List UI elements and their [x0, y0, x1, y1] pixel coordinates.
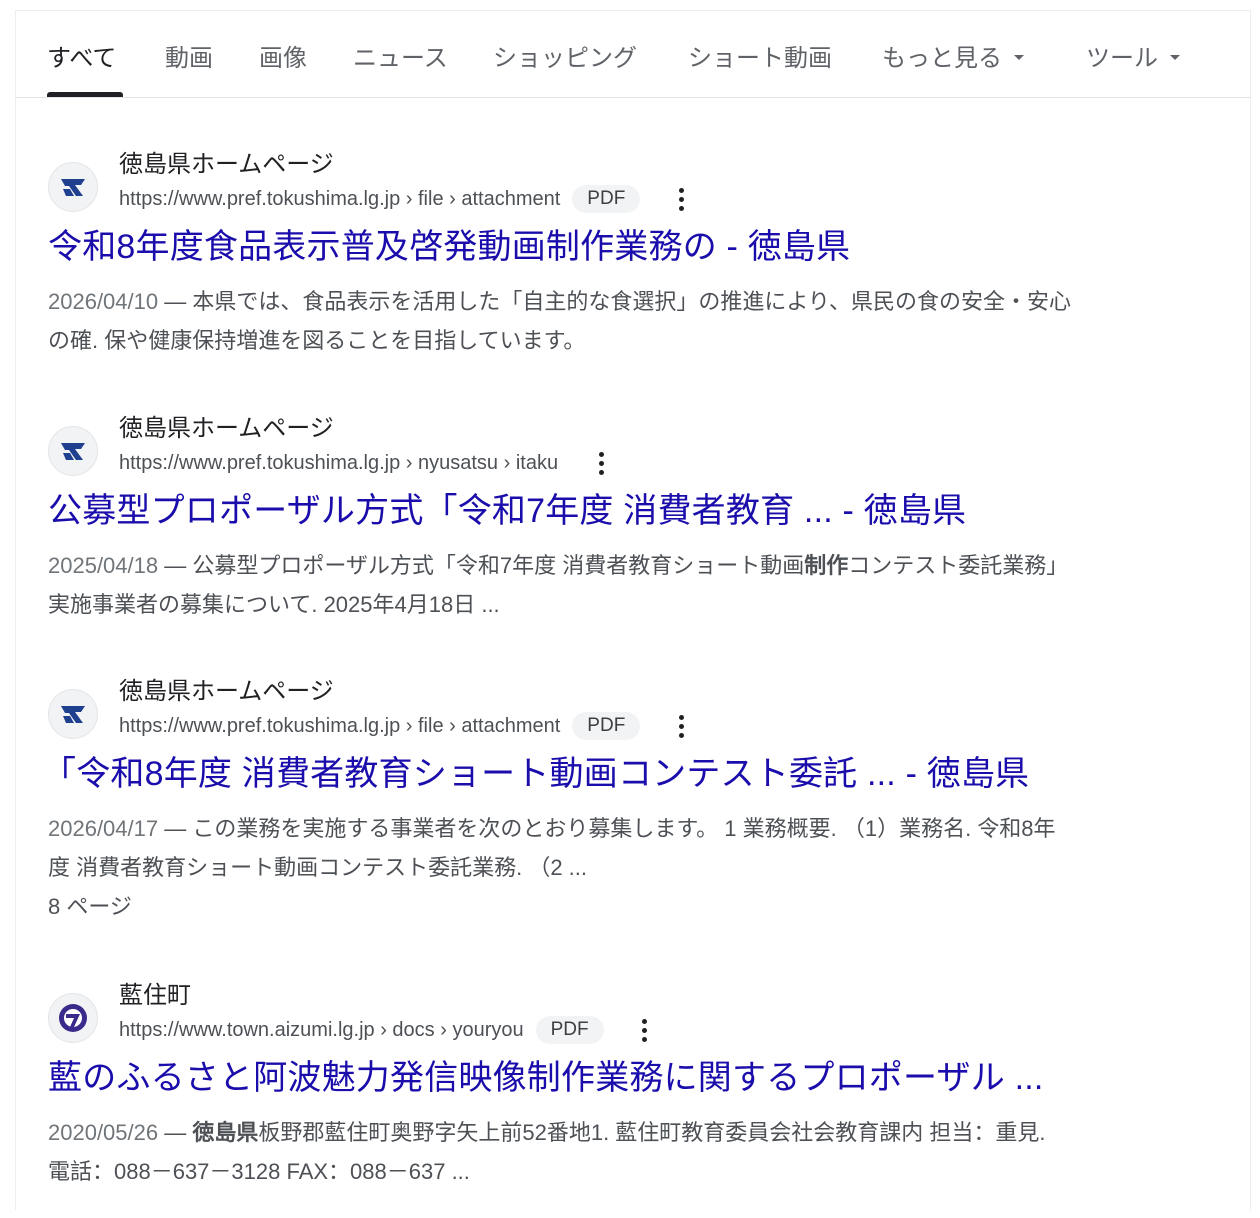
more-options-icon[interactable] — [636, 1017, 654, 1044]
result-date: 2026/04/10 — [48, 289, 159, 314]
snippet-separator: — — [158, 1120, 193, 1145]
pdf-badge: PDF — [535, 1016, 604, 1044]
snippet-separator: — — [158, 816, 193, 841]
caret-down-icon — [1170, 55, 1180, 61]
more-options-icon[interactable] — [672, 186, 690, 213]
tab-tools[interactable]: ツール — [1086, 44, 1180, 74]
tokushima-logo-icon[interactable] — [48, 162, 98, 212]
result-url-line: https://www.town.aizumi.lg.jp › docs › y… — [119, 1015, 654, 1045]
snippet-separator: — — [158, 553, 193, 578]
snippet-text: コンテスト委託業務」 — [848, 553, 1069, 578]
tab-tools-label: ツール — [1086, 45, 1158, 72]
pdf-badge: PDF — [572, 185, 641, 213]
tab-short-videos[interactable]: ショート動画 — [688, 44, 832, 74]
snippet-highlight: 徳島県 — [192, 1120, 259, 1145]
more-options-icon[interactable] — [592, 450, 610, 477]
result-date: 2025/04/18 — [48, 553, 159, 578]
active-tab-indicator — [47, 92, 123, 97]
result-url-line: https://www.pref.tokushima.lg.jp › nyusa… — [119, 448, 610, 478]
page-count: 8 ページ — [48, 894, 132, 919]
site-name[interactable]: 徳島県ホームページ — [119, 677, 334, 707]
result-date: 2020/05/26 — [48, 1120, 159, 1145]
tokushima-logo-icon[interactable] — [48, 426, 98, 476]
result-snippet: 2025/04/18 — 公募型プロポーザル方式「令和7年度 消費者教育ショート… — [48, 546, 1238, 624]
caret-down-icon — [1014, 55, 1024, 61]
snippet-line: 2026/04/17 — この業務を実施する事業者を次のとおり募集します。 1 … — [48, 809, 1238, 848]
result-url[interactable]: https://www.pref.tokushima.lg.jp › file … — [119, 188, 560, 211]
tab-news[interactable]: ニュース — [353, 44, 448, 74]
tab-more-label: もっと見る — [882, 45, 1002, 72]
snippet-text: この業務を実施する事業者を次のとおり募集します。 1 業務概要. （1）業務名.… — [192, 816, 1056, 841]
result-snippet: 2026/04/10 — 本県では、食品表示を活用した「自主的な食選択」の推進に… — [48, 282, 1238, 360]
snippet-line: 2025/04/18 — 公募型プロポーザル方式「令和7年度 消費者教育ショート… — [48, 546, 1238, 585]
tab-all[interactable]: すべて — [47, 44, 116, 74]
aizumi-logo-icon[interactable] — [48, 993, 98, 1043]
result-title-link[interactable]: 公募型プロポーザル方式「令和7年度 消費者教育 ... - 徳島県 — [48, 490, 966, 532]
result-title-link[interactable]: 藍のふるさと阿波魅力発信映像制作業務に関するプロポーザル ... — [48, 1057, 1044, 1099]
site-name[interactable]: 徳島県ホームページ — [119, 414, 334, 444]
snippet-line: 実施事業者の募集について. 2025年4月18日 ... — [48, 592, 500, 617]
result-title-link[interactable]: 「令和8年度 消費者教育ショート動画コンテスト委託 ... - 徳島県 — [42, 753, 1029, 795]
snippet-text: 板野郡藍住町奥野字矢上前52番地1. 藍住町教育委員会社会教育課内 担当：重見. — [258, 1120, 1046, 1145]
snippet-text: 公募型プロポーザル方式「令和7年度 消費者教育ショート動画 — [192, 553, 805, 578]
result-snippet: 2020/05/26 — 徳島県板野郡藍住町奥野字矢上前52番地1. 藍住町教育… — [48, 1113, 1238, 1191]
site-name[interactable]: 徳島県ホームページ — [119, 150, 334, 180]
tab-more[interactable]: もっと見る — [882, 44, 1024, 74]
snippet-line: 電話：088－637－3128 FAX：088－637 ... — [48, 1159, 470, 1184]
tokushima-logo-icon[interactable] — [48, 689, 98, 739]
search-tabs-bar: すべて 動画 画像 ニュース ショッピング ショート動画 もっと見る ツール — [15, 10, 1251, 98]
result-url[interactable]: https://www.pref.tokushima.lg.jp › nyusa… — [119, 452, 558, 475]
snippet-line: 2020/05/26 — 徳島県板野郡藍住町奥野字矢上前52番地1. 藍住町教育… — [48, 1113, 1238, 1152]
tab-shopping[interactable]: ショッピング — [493, 44, 637, 74]
more-options-icon[interactable] — [672, 713, 690, 740]
snippet-line: 度 消費者教育ショート動画コンテスト委託業務. （2 ... — [48, 855, 588, 880]
tab-videos[interactable]: 動画 — [165, 44, 213, 74]
snippet-separator: — — [158, 289, 193, 314]
result-url-line: https://www.pref.tokushima.lg.jp › file … — [119, 184, 690, 214]
snippet-text: 本県では、食品表示を活用した「自主的な食選択」の推進により、県民の食の安全・安心 — [192, 289, 1072, 314]
pdf-badge: PDF — [572, 712, 641, 740]
result-title-link[interactable]: 令和8年度食品表示普及啓発動画制作業務の - 徳島県 — [48, 226, 850, 268]
result-snippet: 2026/04/17 — この業務を実施する事業者を次のとおり募集します。 1 … — [48, 809, 1238, 887]
result-url-line: https://www.pref.tokushima.lg.jp › file … — [119, 711, 690, 741]
tab-images[interactable]: 画像 — [259, 44, 307, 74]
result-date: 2026/04/17 — [48, 816, 159, 841]
result-url[interactable]: https://www.town.aizumi.lg.jp › docs › y… — [119, 1019, 524, 1042]
result-url[interactable]: https://www.pref.tokushima.lg.jp › file … — [119, 715, 560, 738]
site-name[interactable]: 藍住町 — [119, 981, 191, 1011]
snippet-line: の確. 保や健康保持増進を図ることを目指しています。 — [48, 328, 586, 353]
snippet-highlight: 制作 — [804, 553, 849, 578]
snippet-line: 2026/04/10 — 本県では、食品表示を活用した「自主的な食選択」の推進に… — [48, 282, 1238, 321]
